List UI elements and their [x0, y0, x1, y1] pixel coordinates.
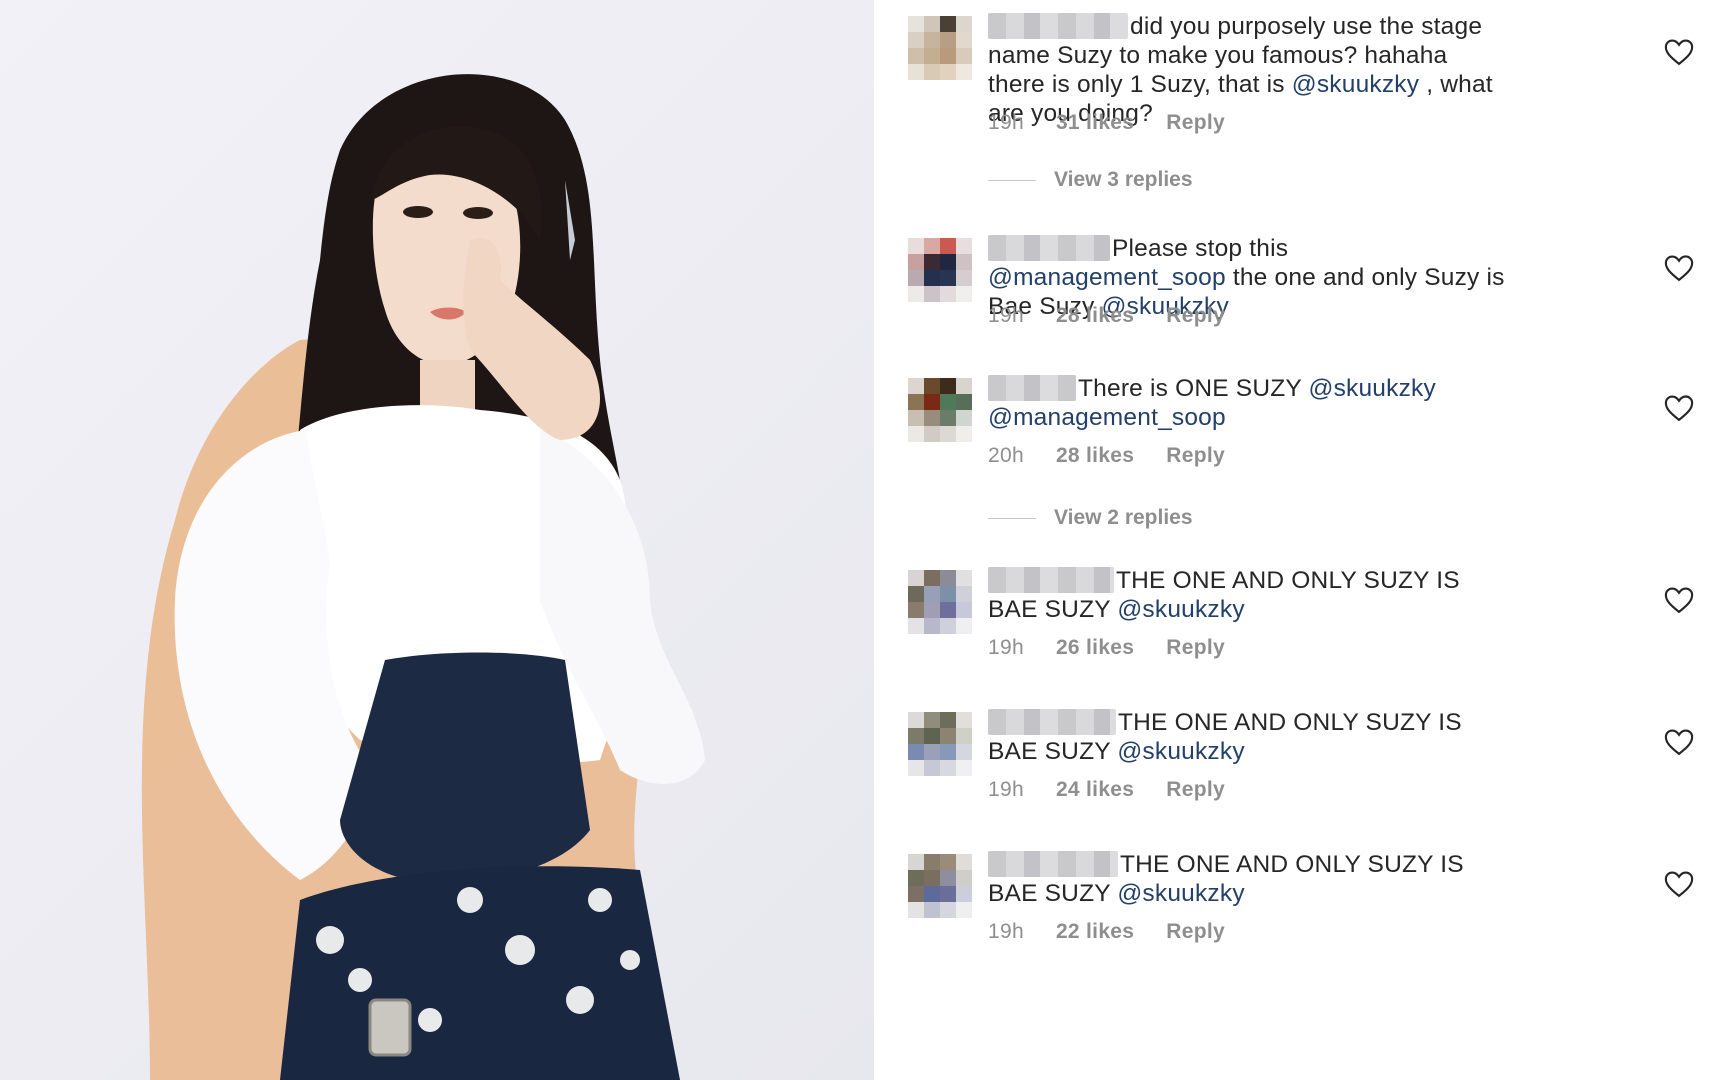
mention-link[interactable]: @skuukzky	[1292, 71, 1419, 98]
comment-item: THE ONE AND ONLY SUZY IS BAE SUZY @skuuk…	[874, 708, 1728, 818]
comment-time: 19h	[988, 636, 1024, 659]
comment-meta: 19h 26 likes Reply	[988, 636, 1257, 660]
comment-item: THE ONE AND ONLY SUZY IS BAE SUZY @skuuk…	[874, 566, 1728, 676]
heart-icon[interactable]	[1664, 728, 1694, 756]
heart-icon[interactable]	[1664, 254, 1694, 282]
avatar[interactable]	[908, 854, 972, 918]
comment-time: 19h	[988, 111, 1024, 134]
mention-link[interactable]: @management_soop	[988, 264, 1226, 291]
comment-meta: 19h 22 likes Reply	[988, 920, 1257, 944]
comment-text-part: Please stop this	[1112, 235, 1289, 262]
replies-divider	[988, 179, 1036, 181]
comment-text-part: There is ONE SUZY	[1078, 375, 1309, 402]
reply-button[interactable]: Reply	[1166, 304, 1225, 327]
comment-item: There is ONE SUZY @skuukzky @management_…	[874, 374, 1728, 484]
mention-link[interactable]: @management_soop	[988, 404, 1226, 431]
avatar[interactable]	[908, 16, 972, 80]
comment-meta: 19h 24 likes Reply	[988, 778, 1257, 802]
mention-link[interactable]: @skuukzky	[1117, 738, 1244, 765]
photo-panel	[0, 0, 874, 1080]
comment-item: Please stop this @management_soop the on…	[874, 234, 1728, 344]
comments-panel: did you purposely use the stage name Suz…	[874, 0, 1728, 1080]
comment-item: THE ONE AND ONLY SUZY IS BAE SUZY @skuuk…	[874, 850, 1728, 960]
replies-divider	[988, 517, 1036, 519]
username-blurred[interactable]	[988, 567, 1114, 593]
avatar[interactable]	[908, 712, 972, 776]
mention-link[interactable]: @skuukzky	[1309, 375, 1436, 402]
portrait-image	[141, 74, 705, 1080]
comment-text: THE ONE AND ONLY SUZY IS BAE SUZY @skuuk…	[988, 566, 1508, 624]
username-blurred[interactable]	[988, 235, 1110, 261]
comment-item: did you purposely use the stage name Suz…	[874, 12, 1728, 134]
heart-icon[interactable]	[1664, 870, 1694, 898]
heart-icon[interactable]	[1664, 38, 1694, 66]
comment-meta: 19h 31 likes Reply	[988, 111, 1257, 135]
username-blurred[interactable]	[988, 709, 1116, 735]
heart-icon[interactable]	[1664, 394, 1694, 422]
comment-time: 19h	[988, 304, 1024, 327]
heart-icon[interactable]	[1664, 586, 1694, 614]
likes-count[interactable]: 24 likes	[1056, 778, 1134, 801]
reply-button[interactable]: Reply	[1166, 111, 1225, 134]
comment-meta: 19h 28 likes Reply	[988, 304, 1257, 328]
likes-count[interactable]: 28 likes	[1056, 304, 1134, 327]
reply-button[interactable]: Reply	[1166, 778, 1225, 801]
reply-button[interactable]: Reply	[1166, 920, 1225, 943]
avatar[interactable]	[908, 570, 972, 634]
comment-time: 20h	[988, 444, 1024, 467]
mention-link[interactable]: @skuukzky	[1117, 880, 1244, 907]
reply-button[interactable]: Reply	[1166, 444, 1225, 467]
likes-count[interactable]: 28 likes	[1056, 444, 1134, 467]
comment-text: THE ONE AND ONLY SUZY IS BAE SUZY @skuuk…	[988, 850, 1508, 908]
likes-count[interactable]: 26 likes	[1056, 636, 1134, 659]
view-replies-button[interactable]: View 2 replies	[988, 506, 1193, 530]
view-replies-label: View 2 replies	[1054, 506, 1193, 529]
comment-time: 19h	[988, 920, 1024, 943]
reply-button[interactable]: Reply	[1166, 636, 1225, 659]
likes-count[interactable]: 31 likes	[1056, 111, 1134, 134]
username-blurred[interactable]	[988, 851, 1118, 877]
comment-meta: 20h 28 likes Reply	[988, 444, 1257, 468]
comment-text: THE ONE AND ONLY SUZY IS BAE SUZY @skuuk…	[988, 708, 1508, 766]
comment-text: There is ONE SUZY @skuukzky @management_…	[988, 374, 1508, 432]
likes-count[interactable]: 22 likes	[1056, 920, 1134, 943]
username-blurred[interactable]	[988, 13, 1128, 39]
avatar[interactable]	[908, 238, 972, 302]
view-replies-label: View 3 replies	[1054, 168, 1193, 191]
username-blurred[interactable]	[988, 375, 1076, 401]
view-replies-button[interactable]: View 3 replies	[988, 168, 1193, 192]
avatar[interactable]	[908, 378, 972, 442]
comment-time: 19h	[988, 778, 1024, 801]
mention-link[interactable]: @skuukzky	[1117, 596, 1244, 623]
